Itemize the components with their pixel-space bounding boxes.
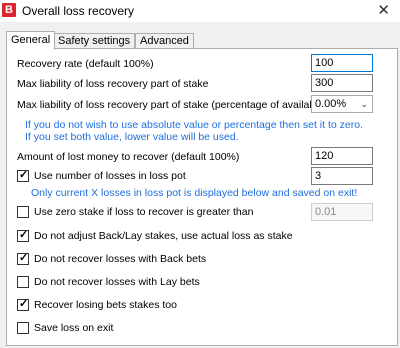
no-back-label: Do not recover losses with Back bets [34,253,207,265]
checkmark-icon: ✓ [19,169,29,181]
no-adjust-checkbox[interactable]: ✓ [17,229,29,242]
general-panel: Recovery rate (default 100%) 100 Max lia… [6,48,398,346]
max-liability-pct-value: 0.00% [315,98,347,110]
info-text-lower: If you set both value, lower value will … [25,131,239,143]
app-logo-icon: B [2,3,16,17]
amount-lost-label: Amount of lost money to recover (default… [17,151,240,163]
tab-general[interactable]: General [6,31,56,50]
zero-stake-label: Use zero stake if loss to recover is gre… [34,206,254,218]
recover-losing-checkbox[interactable]: ✓ [17,298,29,311]
max-liability-pct-select[interactable]: 0.00% ⌄ [311,95,373,113]
no-adjust-label: Do not adjust Back/Lay stakes, use actua… [34,230,293,242]
info-text-loss-pot: Only current X losses in loss pot is dis… [31,187,358,199]
checkmark-icon: ✓ [19,298,29,310]
max-liability-input[interactable]: 300 [311,74,373,92]
tab-safety-settings[interactable]: Safety settings [53,33,136,49]
save-loss-checkbox[interactable] [17,322,29,334]
use-losses-label: Use number of losses in loss pot [34,170,186,182]
zero-stake-input[interactable]: 0.01 [311,203,373,221]
window-title: Overall loss recovery [22,4,135,18]
title-bar: B Overall loss recovery ✕ [0,0,400,22]
recovery-rate-input[interactable]: 100 [311,54,373,72]
chevron-down-icon: ⌄ [360,99,368,109]
use-losses-input[interactable]: 3 [311,167,373,185]
tab-advanced[interactable]: Advanced [135,33,194,49]
amount-lost-input[interactable]: 120 [311,147,373,165]
use-losses-checkbox[interactable]: ✓ [17,169,29,182]
checkmark-icon: ✓ [19,229,29,241]
recover-losing-label: Recover losing bets stakes too [34,299,177,311]
info-text-zero: If you do not wish to use absolute value… [25,119,363,131]
checkmark-icon: ✓ [19,252,29,264]
recovery-rate-label: Recovery rate (default 100%) [17,58,154,70]
close-icon[interactable]: ✕ [377,1,390,19]
max-liability-label: Max liability of loss recovery part of s… [17,78,209,90]
no-lay-label: Do not recover losses with Lay bets [34,276,200,288]
save-loss-label: Save loss on exit [34,322,114,334]
zero-stake-checkbox[interactable] [17,206,29,218]
no-lay-checkbox[interactable] [17,276,29,288]
no-back-checkbox[interactable]: ✓ [17,252,29,265]
